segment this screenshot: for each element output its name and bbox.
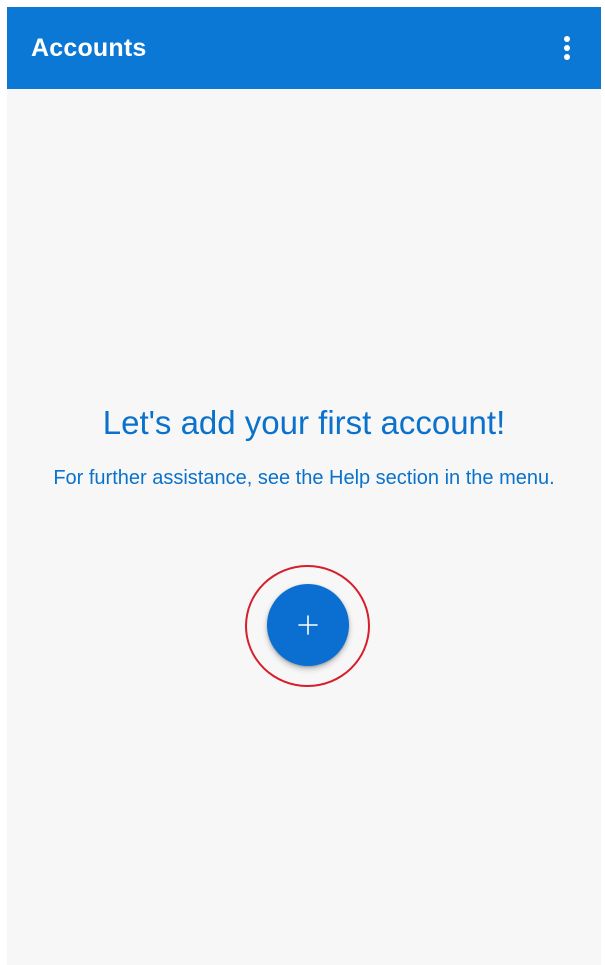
app-title: Accounts bbox=[31, 33, 147, 62]
empty-state-help-text: For further assistance, see the Help sec… bbox=[53, 467, 555, 489]
app-screen: Accounts Let's add your first account! F… bbox=[7, 7, 601, 965]
empty-state: Let's add your first account! For furthe… bbox=[7, 401, 601, 492]
add-account-button[interactable] bbox=[267, 584, 349, 666]
app-bar: Accounts bbox=[7, 7, 601, 89]
empty-state-headline: Let's add your first account! bbox=[102, 404, 506, 441]
more-options-button[interactable] bbox=[555, 28, 579, 68]
more-vertical-icon bbox=[564, 36, 570, 42]
plus-icon bbox=[298, 615, 318, 635]
